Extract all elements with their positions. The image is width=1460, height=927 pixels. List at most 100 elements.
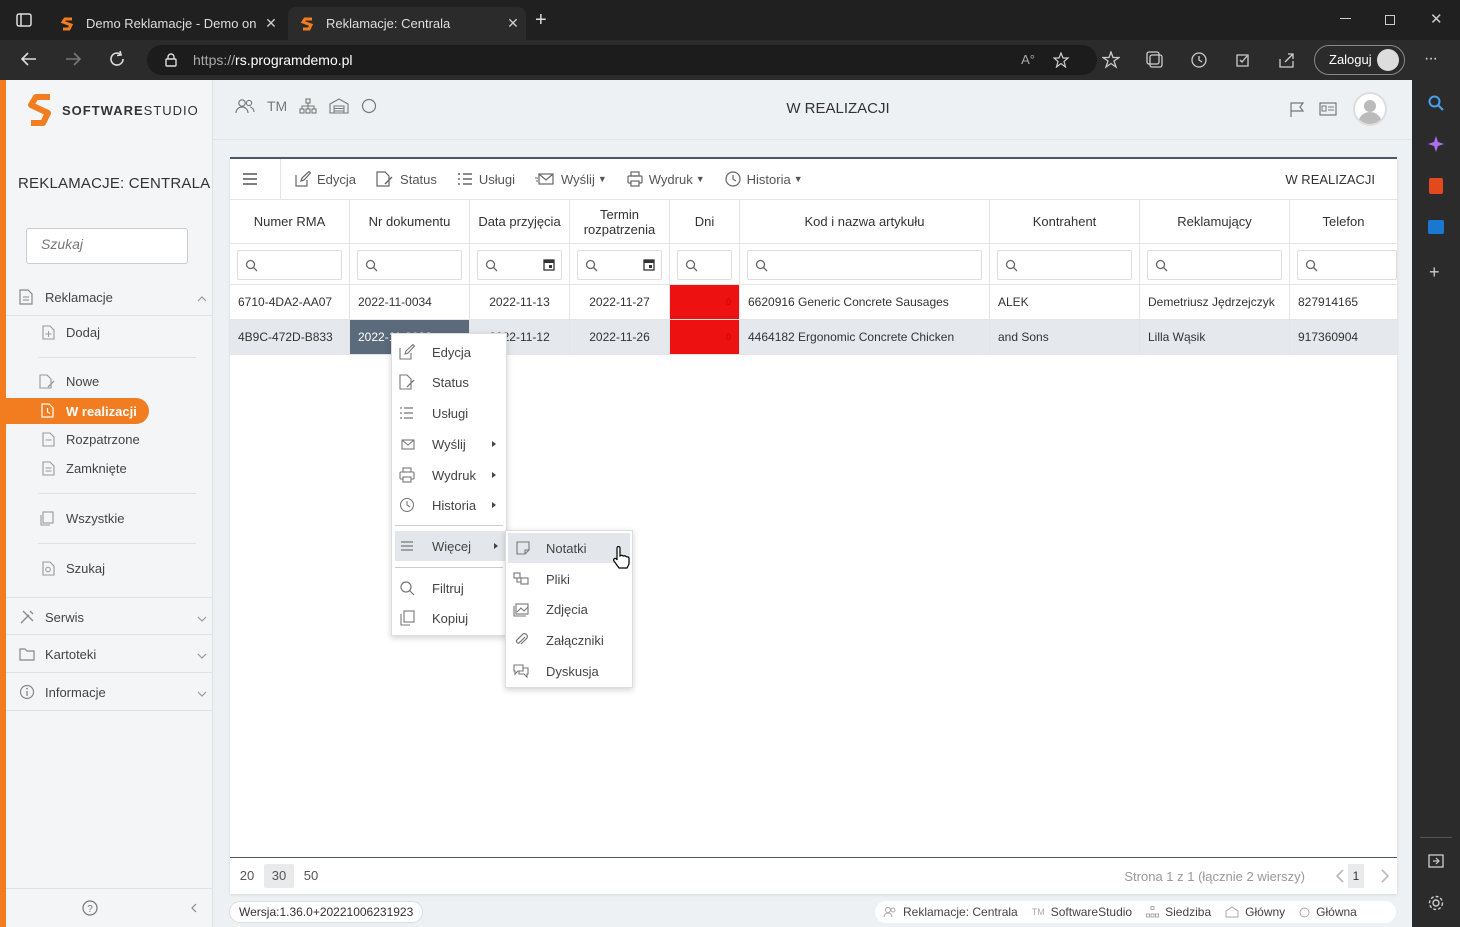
- column-header-dni[interactable]: Dni: [670, 200, 740, 243]
- cell-termin[interactable]: 2022-11-26: [570, 320, 670, 355]
- softwarestudio-logo[interactable]: SOFTWARESTUDIO: [28, 90, 199, 130]
- sidebar-item-zamkniete[interactable]: Zamknięte: [6, 458, 213, 480]
- hide-sidebar-icon[interactable]: [1428, 854, 1444, 868]
- cell-artykul[interactable]: 4464182 Ergonomic Concrete Chicken: [740, 320, 990, 355]
- column-header-numer-rma[interactable]: Numer RMA: [230, 200, 350, 243]
- page-size-20[interactable]: 20: [232, 864, 262, 888]
- column-header-termin-rozpatrzenia[interactable]: Termin rozpatrzenia: [570, 200, 670, 243]
- edycja-button[interactable]: Edycja: [295, 171, 356, 187]
- cell-numer-rma[interactable]: 6710-4DA2-AA07: [230, 285, 350, 320]
- prev-page-icon[interactable]: [1335, 869, 1345, 883]
- cell-telefon[interactable]: 917360904: [1290, 320, 1397, 355]
- chevron-down-icon[interactable]: [197, 651, 207, 661]
- chevron-down-icon[interactable]: [197, 689, 207, 699]
- cell-data-przyjecia[interactable]: 2022-11-13: [470, 285, 570, 320]
- tab-actions-icon[interactable]: [14, 12, 34, 28]
- cell-artykul[interactable]: 6620916 Generic Concrete Sausages: [740, 285, 990, 320]
- sidebar-item-w-realizacji[interactable]: W realizacji: [6, 398, 149, 424]
- submenu-item-zdjecia[interactable]: Zdjęcia: [506, 594, 632, 624]
- sidebar-search-input[interactable]: Szukaj: [26, 228, 188, 264]
- maximize-icon[interactable]: [1385, 15, 1395, 25]
- forward-icon[interactable]: [64, 50, 82, 68]
- filter-input[interactable]: [747, 250, 982, 280]
- calendar-icon[interactable]: [643, 258, 655, 271]
- calendar-icon[interactable]: [543, 258, 555, 271]
- cell-dni-overdue[interactable]: 0: [670, 320, 740, 355]
- cell-kontrahent[interactable]: ALEK: [990, 285, 1140, 320]
- refresh-icon[interactable]: [108, 50, 126, 68]
- close-tab-icon[interactable]: ✕: [258, 15, 284, 32]
- user-avatar[interactable]: [1353, 92, 1387, 126]
- filter-date-input[interactable]: [577, 250, 662, 280]
- chevron-down-icon[interactable]: [197, 614, 207, 624]
- wyslij-dropdown[interactable]: Wyślij ▼: [535, 171, 607, 187]
- office-icon[interactable]: [1429, 178, 1443, 194]
- wydruk-dropdown[interactable]: Wydruk ▼: [627, 171, 705, 187]
- cell-telefon[interactable]: 827914165: [1290, 285, 1397, 320]
- flag-icon[interactable]: [1289, 102, 1305, 118]
- menu-item-wyslij[interactable]: Wyślij: [392, 429, 506, 459]
- menu-item-kopiuj[interactable]: Kopiuj: [392, 603, 506, 633]
- close-tab-icon[interactable]: ✕: [500, 15, 526, 32]
- cell-numer-rma[interactable]: 4B9C-472D-B833: [230, 320, 350, 355]
- filter-input[interactable]: [677, 250, 732, 280]
- status-button[interactable]: Status: [376, 171, 437, 187]
- column-header-reklamujacy[interactable]: Reklamujący: [1140, 200, 1290, 243]
- next-page-icon[interactable]: [1380, 869, 1390, 883]
- browser-tab-demo[interactable]: Demo Reklamacje - Demo on lin ✕: [48, 7, 284, 40]
- uslugi-button[interactable]: Usługi: [457, 172, 515, 187]
- sidebar-settings-icon[interactable]: [1428, 895, 1444, 911]
- extensions-icon[interactable]: [1234, 51, 1252, 69]
- cell-dni-overdue[interactable]: 0: [670, 285, 740, 320]
- close-window-icon[interactable]: ✕: [1430, 10, 1443, 28]
- sidebar-section-kartoteki[interactable]: Kartoteki: [6, 635, 213, 673]
- column-header-telefon[interactable]: Telefon: [1290, 200, 1397, 243]
- minimize-icon[interactable]: [1340, 18, 1351, 19]
- cell-reklamujacy[interactable]: Demetriusz Jędrzejczyk: [1140, 285, 1290, 320]
- copilot-icon[interactable]: [1428, 136, 1444, 152]
- sidebar-item-nowe[interactable]: Nowe: [6, 371, 213, 393]
- collections-icon[interactable]: [1146, 51, 1164, 69]
- submenu-item-dyskusja[interactable]: Dyskusja: [506, 656, 632, 686]
- cell-reklamujacy[interactable]: Lilla Wąsik: [1140, 320, 1290, 355]
- browser-tab-active[interactable]: Reklamacje: Centrala ✕: [288, 7, 526, 40]
- menu-item-status[interactable]: Status: [392, 367, 506, 397]
- menu-item-wydruk[interactable]: Wydruk: [392, 460, 506, 490]
- back-icon[interactable]: [20, 50, 38, 68]
- menu-item-edycja[interactable]: Edycja: [392, 337, 506, 367]
- outlook-icon[interactable]: [1428, 220, 1444, 234]
- hamburger-menu-icon[interactable]: [242, 172, 258, 186]
- sidebar-item-dodaj[interactable]: Dodaj: [6, 322, 213, 344]
- sidebar-section-serwis[interactable]: Serwis: [6, 597, 213, 635]
- filter-input[interactable]: [1297, 250, 1397, 280]
- new-tab-icon[interactable]: +: [535, 10, 547, 30]
- read-aloud-icon[interactable]: A°: [1021, 45, 1035, 75]
- filter-input[interactable]: [1147, 250, 1282, 280]
- column-header-kontrahent[interactable]: Kontrahent: [990, 200, 1140, 243]
- cell-kontrahent[interactable]: and Sons: [990, 320, 1140, 355]
- current-page[interactable]: 1: [1348, 864, 1364, 888]
- filter-input[interactable]: [357, 250, 462, 280]
- page-size-30[interactable]: 30: [264, 864, 294, 888]
- share-icon[interactable]: [1278, 51, 1296, 69]
- cell-termin[interactable]: 2022-11-27: [570, 285, 670, 320]
- page-size-50[interactable]: 50: [296, 864, 326, 888]
- sidebar-section-reklamacje[interactable]: Reklamacje: [6, 278, 213, 316]
- sidebar-item-wszystkie[interactable]: Wszystkie: [6, 508, 213, 530]
- historia-dropdown[interactable]: Historia ▼: [725, 171, 803, 187]
- menu-item-uslugi[interactable]: Usługi: [392, 398, 506, 428]
- column-header-nr-dokumentu[interactable]: Nr dokumentu: [350, 200, 470, 243]
- id-card-icon[interactable]: [1319, 102, 1337, 116]
- sidebar-item-szukaj[interactable]: Szukaj: [6, 558, 213, 580]
- cell-nr-dokumentu[interactable]: 2022-11-0034: [350, 285, 470, 320]
- sidebar-item-rozpatrzone[interactable]: Rozpatrzone: [6, 429, 213, 451]
- chevron-up-icon[interactable]: [197, 294, 207, 304]
- filter-date-input[interactable]: [477, 250, 562, 280]
- sidebar-section-informacje[interactable]: Informacje: [6, 673, 213, 711]
- settings-more-icon[interactable]: ···: [1424, 50, 1438, 68]
- column-header-kod-artykulu[interactable]: Kod i nazwa artykułu: [740, 200, 990, 243]
- favorites-icon[interactable]: [1102, 51, 1120, 69]
- add-sidebar-app-icon[interactable]: +: [1429, 262, 1440, 283]
- sign-in-button[interactable]: Zaloguj: [1314, 45, 1405, 75]
- menu-item-wiecej[interactable]: Więcej: [395, 531, 505, 561]
